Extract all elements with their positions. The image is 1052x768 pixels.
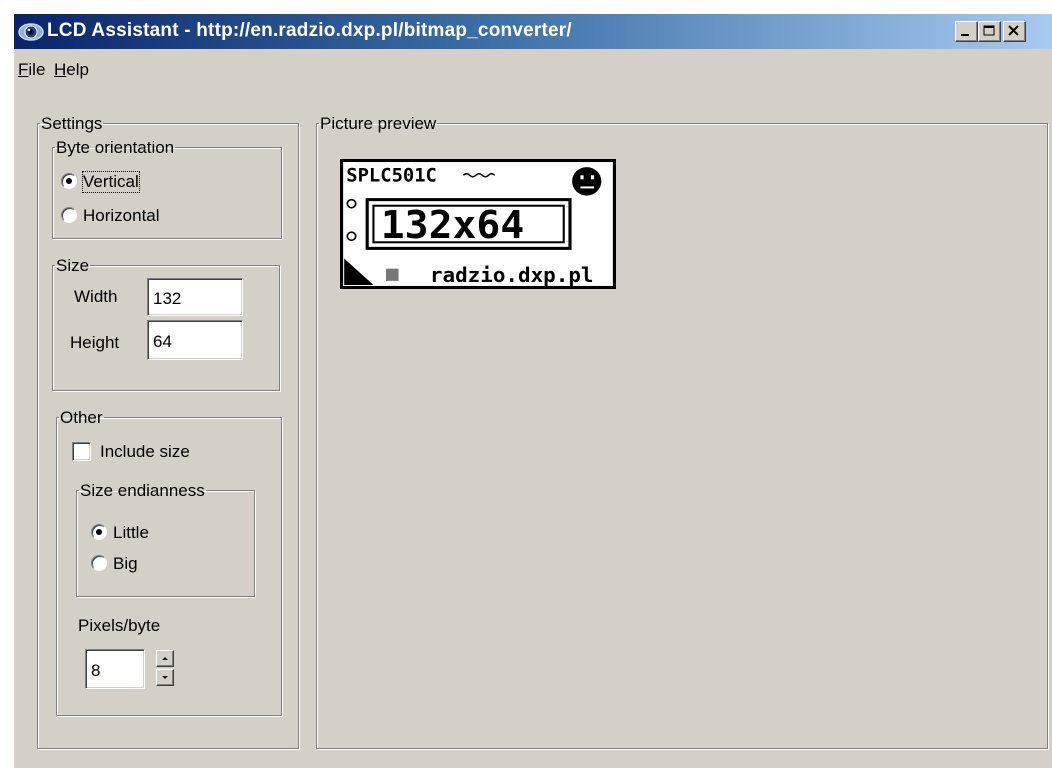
- window-title: LCD Assistant - http://en.radzio.dxp.pl/…: [47, 20, 572, 41]
- spin-down-button[interactable]: [156, 669, 174, 686]
- radio-horizontal-label[interactable]: Horizontal: [83, 206, 160, 226]
- close-icon: [1008, 25, 1019, 36]
- lcd-assistant-eye-icon: [18, 23, 44, 41]
- radio-vertical-button[interactable]: [61, 173, 77, 189]
- menu-help-label: elp: [66, 60, 89, 79]
- smiley-icon: [572, 167, 602, 196]
- minimize-icon: [961, 34, 969, 36]
- close-button[interactable]: [1003, 21, 1026, 42]
- minimize-button[interactable]: [955, 21, 978, 42]
- menu-bar: File Help: [14, 51, 1052, 81]
- radio-vertical[interactable]: Vertical: [61, 171, 201, 194]
- radio-vertical-label[interactable]: Vertical: [82, 171, 140, 193]
- lcd-chip-name: SPLC501C: [346, 166, 437, 187]
- radio-little-label[interactable]: Little: [113, 523, 149, 543]
- menu-file-accelerator: F: [18, 60, 29, 79]
- down-arrow-icon: [162, 676, 168, 679]
- other-legend: Other: [60, 408, 103, 427]
- pixels-per-byte-input[interactable]: [85, 649, 145, 689]
- menu-help-accelerator: H: [54, 60, 67, 79]
- radio-big-label[interactable]: Big: [113, 554, 138, 574]
- include-size-checkbox-row[interactable]: Include size: [72, 442, 242, 464]
- byte-orientation-legend: Byte orientation: [56, 138, 175, 157]
- bitmap-preview-image: SPLC501C 132x64 radzio.dxp.pl: [340, 159, 616, 289]
- radio-big[interactable]: Big: [91, 554, 191, 576]
- menu-help[interactable]: Help: [54, 60, 89, 80]
- size-legend: Size: [56, 256, 90, 275]
- include-size-checkbox[interactable]: [72, 442, 91, 461]
- picture-preview-legend: Picture preview: [320, 114, 437, 133]
- app-window: LCD Assistant - http://en.radzio.dxp.pl/…: [14, 14, 1052, 768]
- pixels-per-byte-label: Pixels/byte: [78, 616, 161, 635]
- title-bar[interactable]: LCD Assistant - http://en.radzio.dxp.pl/…: [14, 14, 1052, 49]
- radio-big-button[interactable]: [91, 555, 107, 571]
- maximize-button[interactable]: [978, 21, 1001, 42]
- menu-file[interactable]: File: [18, 60, 45, 80]
- size-endianness-legend: Size endianness: [80, 481, 205, 500]
- menu-file-label: ile: [28, 60, 46, 79]
- radio-little[interactable]: Little: [91, 523, 191, 545]
- include-size-label[interactable]: Include size: [100, 442, 190, 462]
- lcd-resolution: 132x64: [381, 204, 524, 248]
- height-label: Height: [70, 333, 120, 352]
- height-input[interactable]: [147, 320, 243, 360]
- radio-horizontal-button[interactable]: [61, 207, 77, 223]
- radio-selected-dot: [66, 178, 72, 184]
- radio-horizontal[interactable]: Horizontal: [61, 206, 221, 228]
- settings-legend: Settings: [41, 114, 103, 133]
- width-input[interactable]: [147, 278, 243, 316]
- width-label: Width: [74, 287, 118, 306]
- dither-square-glyph: [386, 268, 399, 281]
- radio-selected-dot: [96, 529, 102, 535]
- spin-up-button[interactable]: [156, 650, 174, 667]
- radio-little-button[interactable]: [91, 524, 107, 540]
- maximize-icon: [983, 25, 995, 36]
- lcd-footer-text: radzio.dxp.pl: [430, 263, 594, 287]
- up-arrow-icon: [162, 657, 168, 660]
